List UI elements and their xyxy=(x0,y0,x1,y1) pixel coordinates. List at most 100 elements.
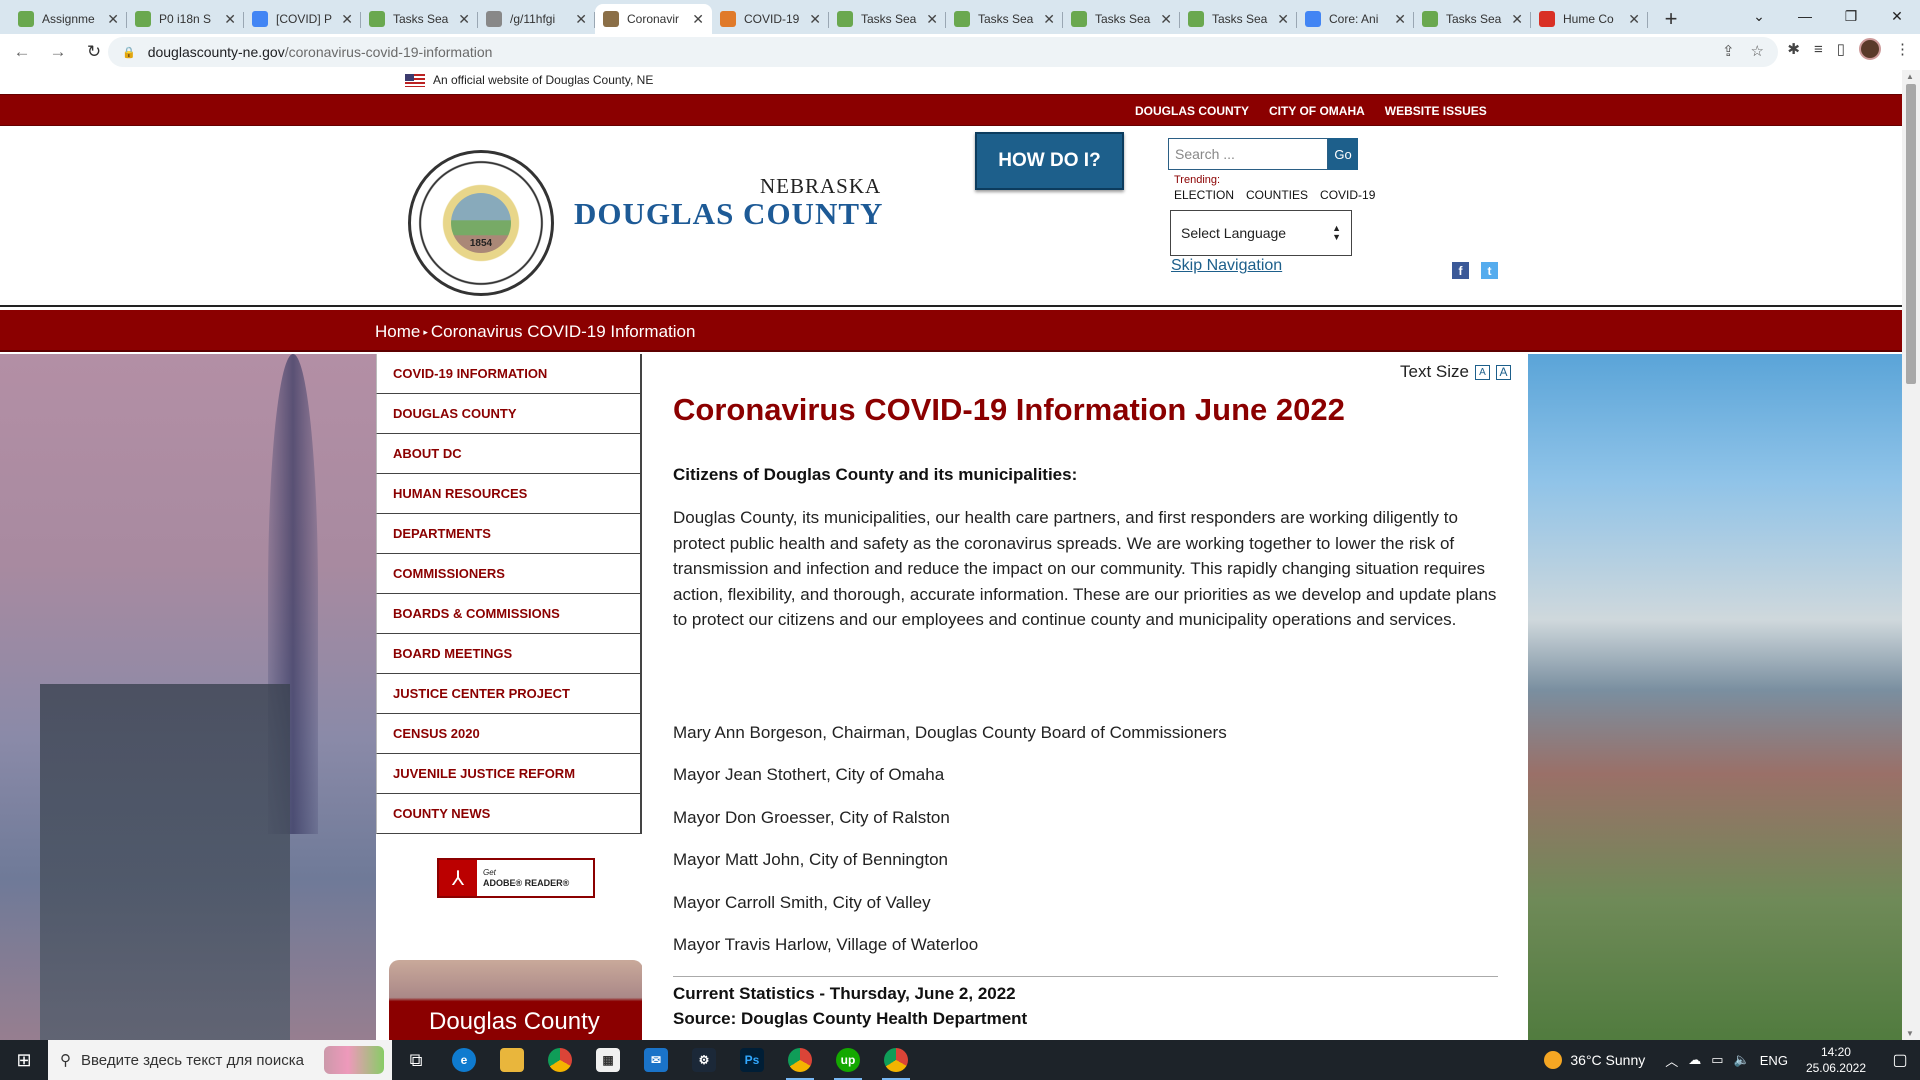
sidebar-nav-item[interactable]: COUNTY NEWS xyxy=(376,794,642,834)
sidebar-nav-item[interactable]: COVID-19 INFORMATION xyxy=(376,354,642,394)
browser-tab[interactable]: Tasks Sea ✕ xyxy=(946,4,1063,34)
photoshop-icon[interactable]: Ps xyxy=(728,1040,776,1080)
browser-tab[interactable]: Core: Ani ✕ xyxy=(1297,4,1414,34)
chrome-icon[interactable] xyxy=(536,1040,584,1080)
facebook-icon[interactable]: f xyxy=(1452,262,1469,279)
site-title[interactable]: DOUGLAS COUNTY xyxy=(574,196,883,232)
share-icon[interactable]: ⇪ xyxy=(1722,42,1735,60)
upwork-icon[interactable]: up xyxy=(824,1040,872,1080)
onedrive-icon[interactable]: ☁ xyxy=(1688,1052,1701,1068)
county-seal-logo[interactable]: 1854 xyxy=(408,150,554,296)
close-tab-icon[interactable]: ✕ xyxy=(1394,11,1406,28)
taskbar-search-box[interactable]: ⚲ Введите здесь текст для поиска xyxy=(48,1040,392,1080)
skip-navigation-link[interactable]: Skip Navigation xyxy=(1171,257,1282,275)
sidebar-nav-item[interactable]: JUVENILE JUSTICE REFORM xyxy=(376,754,642,794)
close-tab-icon[interactable]: ✕ xyxy=(107,11,119,28)
close-tab-icon[interactable]: ✕ xyxy=(458,11,470,28)
browser-tab[interactable]: Hume Co ✕ xyxy=(1531,4,1648,34)
sidebar-nav-item[interactable]: DOUGLAS COUNTY xyxy=(376,394,642,434)
sidebar-nav-item[interactable]: COMMISSIONERS xyxy=(376,554,642,594)
scrollbar-thumb[interactable] xyxy=(1906,84,1916,384)
show-hidden-icons-icon[interactable]: ︿ xyxy=(1665,1051,1678,1070)
get-adobe-reader-button[interactable]: ⅄ Get ADOBE® READER® xyxy=(437,858,595,898)
browser-tab[interactable]: [COVID] P ✕ xyxy=(244,4,361,34)
browser-tab[interactable]: Tasks Sea ✕ xyxy=(1180,4,1297,34)
browser-tab[interactable]: Tasks Sea ✕ xyxy=(1063,4,1180,34)
edge-icon[interactable]: e xyxy=(440,1040,488,1080)
top-link[interactable]: DOUGLAS COUNTY xyxy=(1135,104,1249,118)
windows-start-icon[interactable]: ⊞ xyxy=(0,1040,48,1080)
reading-list-icon[interactable]: ≡ xyxy=(1814,41,1823,58)
new-tab-button[interactable]: + xyxy=(1656,4,1686,34)
close-tab-icon[interactable]: ✕ xyxy=(926,11,938,28)
task-view-icon[interactable]: ⧉ xyxy=(392,1040,440,1080)
close-tab-icon[interactable]: ✕ xyxy=(224,11,236,28)
trending-link[interactable]: COVID-19 xyxy=(1320,188,1375,202)
volume-icon[interactable]: 🔈 xyxy=(1734,1052,1750,1068)
trending-link[interactable]: ELECTION xyxy=(1174,188,1234,202)
twitter-icon[interactable]: t xyxy=(1481,262,1498,279)
close-tab-icon[interactable]: ✕ xyxy=(341,11,353,28)
search-go-button[interactable]: Go xyxy=(1328,138,1358,170)
close-tab-icon[interactable]: ✕ xyxy=(809,11,821,28)
browser-tab[interactable]: Tasks Sea ✕ xyxy=(829,4,946,34)
close-tab-icon[interactable]: ✕ xyxy=(1160,11,1172,28)
close-tab-icon[interactable]: ✕ xyxy=(1628,11,1640,28)
close-tab-icon[interactable]: ✕ xyxy=(1043,11,1055,28)
browser-tab[interactable]: Tasks Sea ✕ xyxy=(1414,4,1531,34)
video-promo-card[interactable]: Douglas County xyxy=(389,960,643,1040)
reload-button[interactable]: ↻ xyxy=(80,38,108,66)
network-icon[interactable]: ▭ xyxy=(1711,1052,1723,1068)
scroll-down-icon[interactable]: ▼ xyxy=(1906,1029,1914,1038)
menu-kebab-icon[interactable]: ⋮ xyxy=(1895,40,1910,58)
sidebar-nav-item[interactable]: CENSUS 2020 xyxy=(376,714,642,754)
browser-tab[interactable]: Assignme ✕ xyxy=(10,4,127,34)
store-icon[interactable]: ▦ xyxy=(584,1040,632,1080)
close-tab-icon[interactable]: ✕ xyxy=(1511,11,1523,28)
sidebar-nav-item[interactable]: ABOUT DC xyxy=(376,434,642,474)
browser-tab[interactable]: Tasks Sea ✕ xyxy=(361,4,478,34)
close-tab-icon[interactable]: ✕ xyxy=(575,11,587,28)
search-input[interactable]: Search ... xyxy=(1168,138,1328,170)
side-panel-icon[interactable]: ▯ xyxy=(1837,40,1845,58)
top-link[interactable]: WEBSITE ISSUES xyxy=(1385,104,1487,118)
page-scrollbar[interactable]: ▲ ▼ xyxy=(1902,70,1920,1040)
trending-link[interactable]: COUNTIES xyxy=(1246,188,1308,202)
sidebar-nav-item[interactable]: JUSTICE CENTER PROJECT xyxy=(376,674,642,714)
lock-icon[interactable]: 🔒 xyxy=(122,46,136,59)
browser-tab[interactable]: P0 i18n S ✕ xyxy=(127,4,244,34)
scroll-up-icon[interactable]: ▲ xyxy=(1906,72,1914,81)
mail-icon[interactable]: ✉ xyxy=(632,1040,680,1080)
profile-avatar[interactable] xyxy=(1859,38,1881,60)
extensions-icon[interactable]: ✱ xyxy=(1787,40,1800,58)
sidebar-nav-item[interactable]: BOARD MEETINGS xyxy=(376,634,642,674)
close-tab-icon[interactable]: ✕ xyxy=(692,11,704,28)
weather-text[interactable]: 36°C Sunny xyxy=(1570,1052,1645,1068)
browser-tab[interactable]: Coronavir ✕ xyxy=(595,4,712,34)
bookmark-star-icon[interactable]: ☆ xyxy=(1751,42,1764,60)
language-select[interactable]: Select Language ▲ ▼ xyxy=(1170,210,1352,256)
restore-button[interactable]: ❐ xyxy=(1828,0,1874,32)
breadcrumb-home[interactable]: Home xyxy=(375,322,420,342)
close-tab-icon[interactable]: ✕ xyxy=(1277,11,1289,28)
weather-sun-icon[interactable] xyxy=(1544,1051,1563,1069)
browser-tab[interactable]: COVID-19 ✕ xyxy=(712,4,829,34)
top-link[interactable]: CITY OF OMAHA xyxy=(1269,104,1365,118)
back-button[interactable]: ← xyxy=(8,38,36,66)
sidebar-nav-item[interactable]: BOARDS & COMMISSIONS xyxy=(376,594,642,634)
chrome-active-icon[interactable] xyxy=(776,1040,824,1080)
minimize-button[interactable]: — xyxy=(1782,0,1828,32)
tab-search-icon[interactable]: ⌄ xyxy=(1736,0,1782,32)
input-language[interactable]: ENG xyxy=(1760,1053,1788,1068)
browser-tab[interactable]: /g/11hfgi ✕ xyxy=(478,4,595,34)
how-do-i-button[interactable]: HOW DO I? xyxy=(975,132,1124,190)
notifications-icon[interactable]: ▢ xyxy=(1880,1050,1920,1070)
steam-icon[interactable]: ⚙ xyxy=(680,1040,728,1080)
text-size-large-button[interactable]: A xyxy=(1495,364,1511,380)
forward-button[interactable]: → xyxy=(44,38,72,66)
sidebar-nav-item[interactable]: HUMAN RESOURCES xyxy=(376,474,642,514)
close-window-button[interactable]: ✕ xyxy=(1874,0,1920,32)
address-bar[interactable]: 🔒 douglascounty-ne.gov/coronavirus-covid… xyxy=(108,37,1778,67)
clock[interactable]: 14:20 25.06.2022 xyxy=(1806,1044,1866,1076)
sidebar-nav-item[interactable]: DEPARTMENTS xyxy=(376,514,642,554)
